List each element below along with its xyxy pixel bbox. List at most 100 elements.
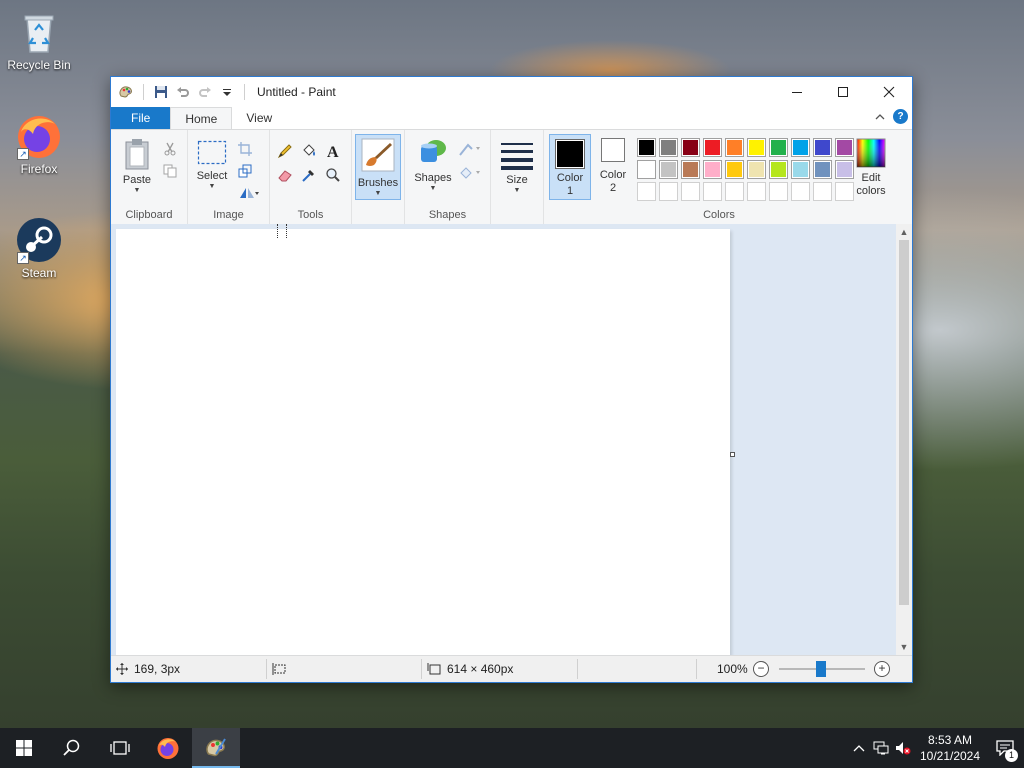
zoom-out-button[interactable]: −: [753, 661, 769, 677]
palette-swatch[interactable]: [659, 182, 678, 201]
palette-swatch[interactable]: [769, 160, 788, 179]
color2-label-line2: 2: [609, 182, 617, 194]
canvas-size-icon: [427, 663, 441, 675]
shapes-button[interactable]: Shapes ▼: [409, 138, 457, 193]
text-tool-icon[interactable]: A: [324, 142, 342, 160]
network-icon[interactable]: [870, 728, 892, 768]
show-hidden-icons-chevron-icon[interactable]: [848, 728, 870, 768]
help-icon[interactable]: ?: [893, 109, 908, 124]
eraser-icon[interactable]: [276, 166, 294, 184]
save-icon[interactable]: [152, 83, 170, 101]
shortcut-arrow-icon: ↗: [17, 148, 29, 160]
fill-icon[interactable]: [457, 164, 483, 182]
shapes-label: Shapes: [414, 172, 452, 184]
palette-swatch[interactable]: [703, 138, 722, 157]
zoom-slider-thumb[interactable]: [816, 661, 826, 677]
status-bar: 169, 3px 614 × 460px 100% − +: [111, 655, 912, 682]
brushes-button[interactable]: Brushes ▼: [355, 134, 401, 200]
desktop-icon-recycle-bin[interactable]: Recycle Bin: [1, 8, 77, 72]
canvas-resize-handle-right[interactable]: [730, 452, 735, 457]
select-dropdown-arrow-icon: ▼: [208, 183, 216, 190]
ribbon-tabs: File Home View ?: [111, 107, 912, 129]
rotate-icon[interactable]: [236, 184, 262, 202]
task-view-icon: [110, 741, 130, 755]
palette-swatch[interactable]: [791, 138, 810, 157]
drawing-canvas[interactable]: [116, 229, 730, 655]
palette-swatch[interactable]: [659, 160, 678, 179]
paint-app-icon[interactable]: [117, 83, 135, 101]
maximize-button[interactable]: [820, 77, 866, 107]
close-button[interactable]: [866, 77, 912, 107]
scroll-down-arrow-icon[interactable]: ▼: [896, 639, 912, 655]
palette-swatch[interactable]: [747, 160, 766, 179]
palette-swatch[interactable]: [813, 138, 832, 157]
undo-icon[interactable]: [174, 83, 192, 101]
color2-label-line1: Color: [599, 169, 627, 181]
select-button[interactable]: Select ▼: [192, 140, 232, 191]
palette-swatch[interactable]: [637, 138, 656, 157]
taskbar-paint[interactable]: [192, 728, 240, 768]
volume-muted-icon[interactable]: [892, 728, 914, 768]
taskbar-firefox[interactable]: [144, 728, 192, 768]
outline-icon[interactable]: [457, 140, 483, 158]
vertical-scrollbar[interactable]: ▲ ▼: [896, 224, 912, 655]
redo-icon[interactable]: [196, 83, 214, 101]
customize-qat-chevron-icon[interactable]: [218, 83, 236, 101]
palette-swatch[interactable]: [725, 182, 744, 201]
tab-view[interactable]: View: [232, 107, 286, 129]
color2-button[interactable]: Color 2: [593, 138, 633, 195]
color1-button[interactable]: Color 1: [549, 134, 591, 200]
palette-swatch[interactable]: [769, 138, 788, 157]
palette-swatch[interactable]: [681, 138, 700, 157]
resize-icon[interactable]: [236, 162, 254, 180]
task-view-button[interactable]: [96, 728, 144, 768]
palette-swatch[interactable]: [813, 160, 832, 179]
desktop-icon-steam[interactable]: ↗ Steam: [1, 216, 77, 280]
palette-swatch[interactable]: [725, 160, 744, 179]
windows-logo-icon: [16, 740, 32, 756]
color-picker-icon[interactable]: [300, 166, 318, 184]
cut-icon[interactable]: [161, 140, 179, 158]
scroll-up-arrow-icon[interactable]: ▲: [896, 224, 912, 240]
palette-swatch[interactable]: [747, 138, 766, 157]
svg-text:A: A: [327, 144, 339, 159]
tab-file[interactable]: File: [111, 107, 171, 129]
edit-colors-button[interactable]: Edit colors: [851, 138, 891, 198]
palette-swatch[interactable]: [637, 160, 656, 179]
size-label: Size: [506, 174, 528, 186]
palette-swatch[interactable]: [637, 182, 656, 201]
size-dropdown-arrow-icon: ▼: [513, 187, 521, 194]
size-button[interactable]: Size ▼: [497, 140, 537, 195]
palette-swatch[interactable]: [725, 138, 744, 157]
quick-access-toolbar: [111, 83, 249, 101]
paste-button[interactable]: Paste ▼: [117, 138, 157, 195]
search-button[interactable]: [48, 728, 96, 768]
fill-bucket-icon[interactable]: [300, 142, 318, 160]
magnifier-icon[interactable]: [324, 166, 342, 184]
action-center-button[interactable]: 1: [986, 728, 1024, 768]
palette-swatch[interactable]: [681, 182, 700, 201]
crop-icon[interactable]: [236, 140, 254, 158]
desktop-icon-firefox[interactable]: ↗ Firefox: [1, 112, 77, 176]
scrollbar-thumb[interactable]: [899, 240, 909, 605]
tab-home[interactable]: Home: [170, 107, 233, 129]
select-rectangle-icon: [197, 140, 227, 165]
palette-swatch[interactable]: [703, 182, 722, 201]
palette-swatch[interactable]: [791, 160, 810, 179]
palette-swatch[interactable]: [703, 160, 722, 179]
minimize-button[interactable]: [774, 77, 820, 107]
collapse-ribbon-chevron-icon[interactable]: [875, 110, 885, 124]
copy-icon[interactable]: [161, 162, 179, 180]
start-button[interactable]: [0, 728, 48, 768]
zoom-in-button[interactable]: +: [874, 661, 890, 677]
palette-swatch[interactable]: [747, 182, 766, 201]
selection-size-icon: [272, 663, 286, 675]
taskbar-clock[interactable]: 8:53 AM 10/21/2024: [914, 732, 986, 764]
color-palette: [637, 138, 854, 201]
palette-swatch[interactable]: [769, 182, 788, 201]
palette-swatch[interactable]: [681, 160, 700, 179]
pencil-icon[interactable]: [276, 142, 294, 160]
palette-swatch[interactable]: [791, 182, 810, 201]
palette-swatch[interactable]: [813, 182, 832, 201]
palette-swatch[interactable]: [659, 138, 678, 157]
